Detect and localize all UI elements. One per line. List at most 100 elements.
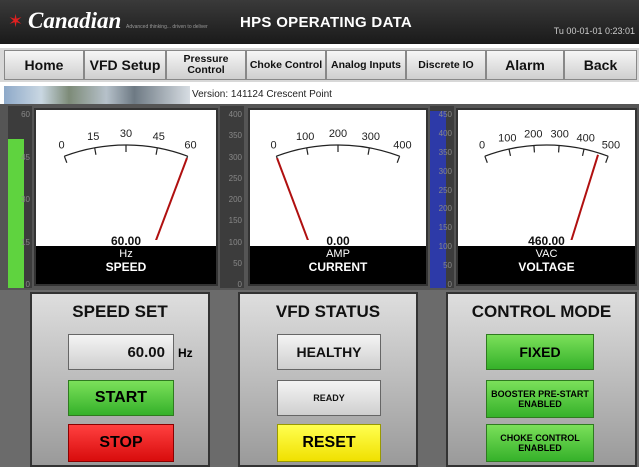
speed-bar-scale: 60 45 30 15 0 (8, 106, 32, 289)
home-button[interactable]: Home (4, 50, 84, 80)
bar-tick-label: 0 (237, 280, 242, 289)
pressure-control-label: Pressure Control (183, 53, 229, 76)
vfd-setup-button[interactable]: VFD Setup (84, 50, 166, 80)
analog-inputs-label: Analog Inputs (331, 58, 401, 71)
gauge-needle (155, 157, 188, 240)
speed-dial: 0 15 30 45 60 (58, 128, 197, 240)
dial-tick-label: 400 (393, 140, 411, 152)
reset-button[interactable]: RESET (277, 424, 381, 462)
current-dial: 0 100 200 300 400 (270, 128, 412, 240)
current-gauge: 0 100 200 300 400 0.00 AMP CURRENT (248, 108, 428, 286)
current-label-box: AMP CURRENT (250, 246, 426, 284)
back-button[interactable]: Back (564, 50, 637, 80)
speed-set-title: SPEED SET (72, 302, 168, 321)
clock: Tu 00-01-01 0:23:01 (553, 26, 635, 36)
alarm-button[interactable]: Alarm (486, 50, 564, 80)
stop-button[interactable]: STOP (68, 424, 174, 462)
bar-tick-label: 350 (228, 131, 242, 141)
choke-control-button[interactable]: Choke Control (246, 50, 326, 80)
control-mode-panel: CONTROL MODE FIXED BOOSTER PRE-START ENA… (446, 292, 637, 467)
speed-gauge: 0 15 30 45 60 60.00 Hz SPEED (34, 108, 218, 286)
bar-tick-label: 100 (228, 237, 242, 247)
dial-tick-label: 200 (329, 128, 347, 140)
dial-tick (367, 147, 370, 155)
bar-tick-label: 30 (21, 195, 30, 204)
bar-tick-label: 0 (25, 280, 30, 289)
voltage-unit: VAC (535, 248, 558, 260)
discrete-io-label: Discrete IO (418, 58, 474, 71)
dial-tick (396, 156, 401, 163)
dial-arc (484, 144, 609, 157)
dial-tick (533, 145, 536, 153)
bar-tick-label: 400 (438, 128, 452, 138)
bar-tick-label: 350 (438, 147, 452, 157)
speed-label-box: Hz SPEED (36, 246, 216, 284)
gauge-needle (276, 157, 309, 240)
maple-leaf-icon: ✶ (8, 11, 24, 31)
ready-status: READY (277, 380, 381, 416)
control-mode-title: CONTROL MODE (471, 302, 612, 321)
logo-tagline: Advanced thinking... driven to deliver (126, 24, 208, 30)
dial-tick (155, 147, 158, 155)
booster-prestart-button[interactable]: BOOSTER PRE-START ENABLED (486, 380, 594, 418)
analog-inputs-button[interactable]: Analog Inputs (326, 50, 406, 80)
dial-tick (63, 156, 68, 163)
dial-tick-label: 500 (602, 140, 620, 152)
current-bar-scale: 400 350 300 250 200 150 100 50 0 (220, 106, 244, 289)
bar-tick-label: 50 (443, 261, 452, 271)
start-button[interactable]: START (68, 380, 174, 416)
bar-tick-label: 100 (438, 242, 452, 252)
dial-tick-label: 300 (362, 131, 380, 143)
bar-tick-label: 150 (228, 216, 242, 226)
vfd-status-title: VFD STATUS (275, 302, 381, 321)
speed-set-panel: SPEED SET 60.00 Hz START STOP (30, 292, 210, 467)
dial-tick-label: 200 (524, 128, 542, 140)
bar-tick-label: 200 (228, 195, 242, 204)
pressure-control-button[interactable]: Pressure Control (166, 50, 246, 80)
bar-tick-label: 300 (228, 152, 242, 162)
bar-tick-label: 250 (438, 185, 452, 195)
page-title: HPS OPERATING DATA (240, 14, 413, 31)
dial-tick (94, 147, 97, 155)
current-name: CURRENT (308, 260, 368, 274)
bar-tick-label: 60 (21, 110, 30, 119)
dial-tick-label: 30 (120, 128, 132, 140)
dial-tick-label: 60 (184, 140, 196, 152)
health-status: HEALTHY (277, 334, 381, 370)
logo-text: Canadian (28, 8, 122, 33)
dial-tick (484, 156, 488, 163)
fixed-mode-button[interactable]: FIXED (486, 334, 594, 370)
version-label: Version: 141124 Crescent Point (192, 89, 332, 100)
discrete-io-button[interactable]: Discrete IO (406, 50, 486, 80)
dial-tick-label: 0 (58, 140, 64, 152)
speed-name: SPEED (105, 260, 147, 274)
bar-tick-label: 400 (228, 110, 242, 119)
bar-tick-label: 250 (228, 173, 242, 183)
bar-tick-label: 45 (21, 152, 30, 162)
bar-tick-label: 50 (233, 258, 242, 268)
dial-tick (508, 148, 512, 157)
dial-tick-label: 400 (577, 132, 595, 144)
voltage-dial: 0 100 200 300 400 500 (479, 128, 620, 240)
choke-control-toggle[interactable]: CHOKE CONTROL ENABLED (486, 424, 594, 462)
voltage-bar-scale: 450 400 350 300 250 200 150 100 50 0 (430, 106, 454, 289)
dial-tick (306, 147, 309, 155)
voltage-name: VOLTAGE (518, 260, 575, 274)
dial-tick-label: 0 (479, 140, 485, 152)
choke-control-label: Choke Control (249, 58, 323, 71)
dial-tick-label: 100 (296, 131, 314, 143)
voltage-gauge: 0 100 200 300 400 500 460.00 VAC VOLTAGE (456, 108, 637, 286)
bar-tick-label: 450 (438, 110, 452, 119)
dial-tick (557, 145, 560, 153)
bar-tick-label: 0 (447, 280, 452, 289)
speed-setpoint-unit: Hz (178, 346, 193, 360)
company-logo: ✶ Canadian Advanced thinking... driven t… (8, 6, 238, 38)
dial-tick-label: 0 (270, 140, 276, 152)
current-unit: AMP (326, 248, 350, 260)
bar-tick-label: 200 (438, 204, 452, 214)
dial-tick-label: 15 (87, 131, 99, 143)
dial-tick-label: 100 (498, 132, 516, 144)
gauge-needle (570, 154, 599, 240)
speed-setpoint-input[interactable]: 60.00 (68, 334, 174, 370)
site-photo-banner (4, 86, 190, 104)
